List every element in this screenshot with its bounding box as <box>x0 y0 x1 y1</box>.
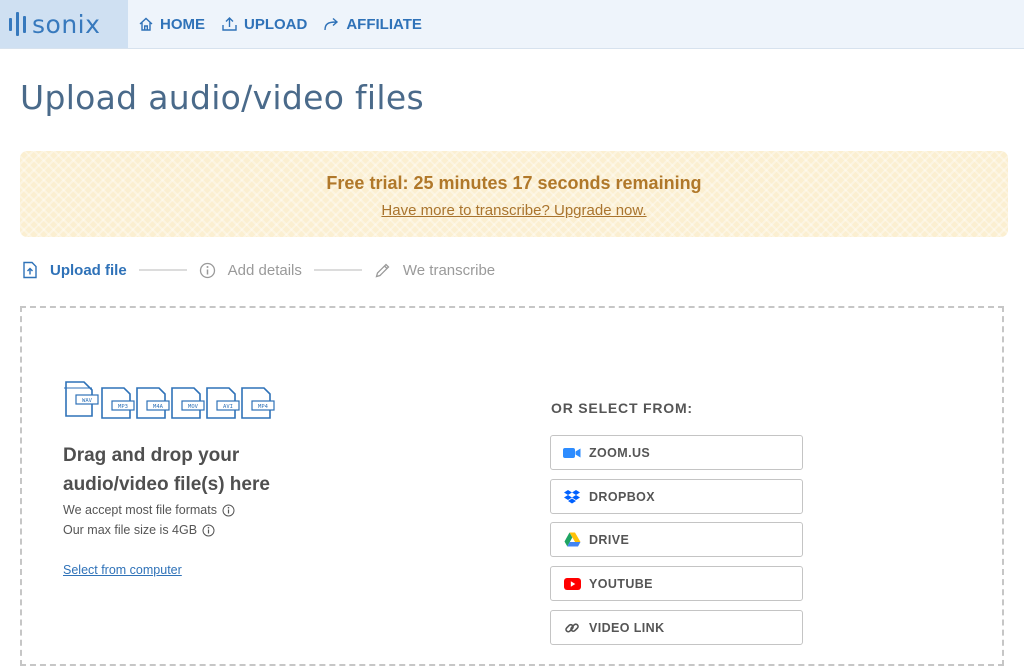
nav-affiliate-label: AFFILIATE <box>346 15 422 33</box>
drag-drop-title-line1: Drag and drop your <box>63 445 240 466</box>
mp4-file-icon: MP4 <box>241 387 275 419</box>
upload-file-icon <box>23 261 37 279</box>
formats-hint-text: We accept most file formats <box>63 503 217 517</box>
info-icon[interactable] <box>202 524 215 537</box>
brand-name: sonix <box>32 9 101 39</box>
info-icon[interactable] <box>222 504 235 517</box>
or-select-heading: OR SELECT FROM: <box>551 400 693 416</box>
home-icon <box>139 17 153 31</box>
trial-banner: Free trial: 25 minutes 17 seconds remain… <box>20 151 1008 237</box>
step-upload-file: Upload file <box>22 261 127 279</box>
step-divider <box>313 269 362 271</box>
file-formats-illustration: WAV MP3 M4A MOV AVI MP4 <box>64 381 275 419</box>
nav-upload-label: UPLOAD <box>244 15 308 33</box>
google-drive-icon <box>563 531 581 549</box>
step-add-details: Add details <box>199 262 302 279</box>
mov-file-icon: MOV <box>171 387 205 419</box>
main-nav: HOME UPLOAD AFFILIATE <box>138 0 438 48</box>
mp3-file-icon: MP3 <box>101 387 135 419</box>
format-label-mp3: MP3 <box>118 404 128 410</box>
select-from-computer-link[interactable]: Select from computer <box>63 563 182 577</box>
info-icon <box>199 262 215 278</box>
sound-wave-icon <box>9 12 30 36</box>
sonix-logo[interactable]: sonix <box>0 0 128 48</box>
youtube-label: YOUTUBE <box>589 576 653 591</box>
dropbox-button[interactable]: DROPBOX <box>550 479 803 514</box>
trial-remaining-text: Free trial: 25 minutes 17 seconds remain… <box>326 173 702 193</box>
page-title: Upload audio/video files <box>20 78 424 117</box>
zoom-label: ZOOM.US <box>589 445 651 460</box>
step-upload-file-label: Upload file <box>50 261 127 279</box>
youtube-button[interactable]: YOUTUBE <box>550 566 803 601</box>
nav-affiliate[interactable]: AFFILIATE <box>323 16 422 33</box>
format-label-mov: MOV <box>188 404 199 410</box>
video-link-label: VIDEO LINK <box>589 620 665 635</box>
nav-home[interactable]: HOME <box>138 16 205 33</box>
zoom-icon <box>563 444 581 462</box>
step-divider <box>138 269 187 271</box>
nav-upload[interactable]: UPLOAD <box>221 16 307 33</box>
upload-steps: Upload file Add details We transcribe <box>22 258 495 282</box>
nav-home-label: HOME <box>160 15 205 33</box>
share-arrow-icon <box>324 17 339 31</box>
format-label-avi: AVI <box>223 404 233 410</box>
format-label-m4a: M4A <box>153 404 164 410</box>
step-add-details-label: Add details <box>227 261 302 279</box>
size-hint: Our max file size is 4GB <box>63 523 215 537</box>
drag-drop-title-line2: audio/video file(s) here <box>63 474 270 495</box>
size-hint-text: Our max file size is 4GB <box>63 523 198 537</box>
dropbox-icon <box>563 488 581 506</box>
link-icon <box>563 619 581 637</box>
format-label-mp4: MP4 <box>258 404 269 410</box>
video-link-button[interactable]: VIDEO LINK <box>550 610 803 645</box>
drive-button[interactable]: DRIVE <box>550 522 803 557</box>
avi-file-icon: AVI <box>206 387 240 419</box>
drive-label: DRIVE <box>589 532 630 547</box>
format-label-wav: WAV <box>82 398 93 404</box>
drag-drop-title: Drag and drop your audio/video file(s) h… <box>63 441 363 499</box>
pencil-icon <box>375 263 390 277</box>
step-we-transcribe: We transcribe <box>374 262 495 279</box>
youtube-icon <box>563 575 581 593</box>
wav-file-icon: WAV <box>64 381 99 417</box>
upload-icon <box>222 17 237 31</box>
top-navigation-bar: sonix HOME UPLOAD AFFILIATE <box>0 0 1024 49</box>
zoom-button[interactable]: ZOOM.US <box>550 435 803 470</box>
formats-hint: We accept most file formats <box>63 503 235 517</box>
dropbox-label: DROPBOX <box>589 489 656 504</box>
m4a-file-icon: M4A <box>136 387 170 419</box>
step-we-transcribe-label: We transcribe <box>402 261 496 279</box>
upgrade-link[interactable]: Have more to transcribe? Upgrade now. <box>20 202 1008 219</box>
